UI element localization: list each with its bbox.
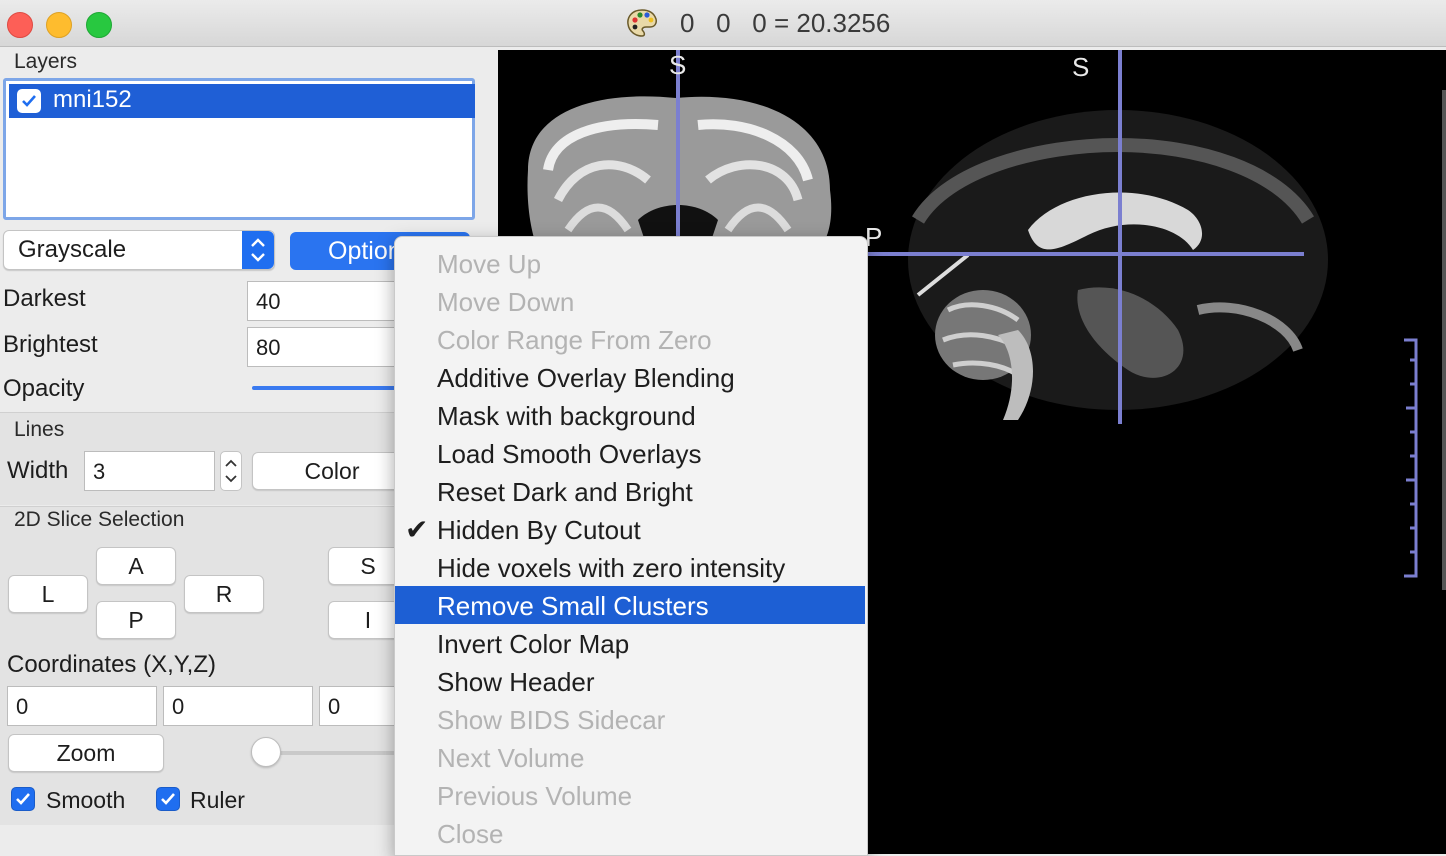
opacity-slider[interactable]	[252, 386, 402, 390]
zoom-window-button[interactable]	[86, 12, 112, 38]
layer-visibility-checkbox[interactable]	[17, 89, 41, 113]
menu-item-load-smooth-overlays[interactable]: Load Smooth Overlays	[395, 434, 865, 472]
layers-section-label: Layers	[14, 50, 78, 73]
opacity-label: Opacity	[3, 375, 85, 402]
sagittal-superior-label: S	[1072, 52, 1090, 82]
coord-y-value: 0	[172, 694, 185, 719]
menu-item-hidden-by-cutout[interactable]: ✔ Hidden By Cutout	[395, 510, 865, 548]
menu-item-label: Move Down	[437, 287, 575, 317]
layer-row-mni152[interactable]: mni152	[9, 84, 475, 118]
menu-item-label: Show Header	[437, 667, 595, 697]
menu-item-label: Remove Small Clusters	[437, 591, 709, 621]
menu-item-label: Invert Color Map	[437, 629, 630, 659]
palette-icon	[627, 9, 657, 37]
menu-item-label: Load Smooth Overlays	[437, 439, 702, 469]
colormap-select[interactable]: Grayscale	[3, 230, 275, 270]
menu-item-move-up: Move Up	[395, 244, 865, 282]
slice-posterior-button[interactable]: P	[96, 601, 176, 639]
menu-item-reset-dark-and-bright[interactable]: Reset Dark and Bright	[395, 472, 865, 510]
menu-item-show-header[interactable]: Show Header	[395, 662, 865, 700]
slice-anterior-button[interactable]: A	[96, 547, 176, 585]
coord-x-value: 0	[16, 694, 29, 719]
updown-chevron-icon	[242, 231, 274, 269]
slice-superior-label: S	[360, 553, 376, 579]
minimize-window-button[interactable]	[46, 12, 72, 38]
menu-item-label: Mask with background	[437, 401, 696, 431]
menu-item-hide-voxels-zero-intensity[interactable]: Hide voxels with zero intensity	[395, 548, 865, 586]
layers-list[interactable]: mni152	[3, 78, 475, 220]
menu-item-move-down: Move Down	[395, 282, 865, 320]
brightest-label: Brightest	[3, 331, 98, 358]
menu-item-mask-with-background[interactable]: Mask with background	[395, 396, 865, 434]
close-window-button[interactable]	[7, 12, 33, 38]
slice-left-button[interactable]: L	[8, 575, 88, 613]
line-width-stepper[interactable]	[220, 451, 242, 491]
coronal-superior-label: S	[669, 50, 687, 80]
line-color-button[interactable]: Color	[252, 452, 412, 490]
coord-z-value: 0	[328, 694, 341, 719]
slice-inferior-label: I	[364, 607, 372, 633]
menu-item-label: Hide voxels with zero intensity	[437, 553, 786, 583]
menu-item-close: Close	[395, 814, 865, 852]
line-width-label: Width	[7, 457, 69, 484]
coordinates-label: Coordinates (X,Y,Z)	[7, 651, 216, 678]
menu-item-previous-volume: Previous Volume	[395, 776, 865, 814]
coord-y-input[interactable]: 0	[163, 686, 313, 726]
layer-name: mni152	[53, 86, 132, 113]
slice-posterior-label: P	[128, 607, 144, 633]
slice-right-button[interactable]: R	[184, 575, 264, 613]
menu-item-next-volume: Next Volume	[395, 738, 865, 776]
ruler-checkbox[interactable]	[156, 787, 180, 811]
menu-item-show-bids-sidecar: Show BIDS Sidecar	[395, 700, 865, 738]
menu-item-label: Next Volume	[437, 743, 585, 773]
colormap-selected-value: Grayscale	[18, 236, 127, 263]
menu-item-label: Reset Dark and Bright	[437, 477, 693, 507]
darkest-input[interactable]: 40	[247, 281, 407, 321]
slice-anterior-label: A	[128, 553, 144, 579]
zoom-slider[interactable]	[266, 751, 406, 755]
menu-item-remove-small-clusters[interactable]: Remove Small Clusters	[395, 586, 865, 624]
menu-item-color-range-from-zero: Color Range From Zero	[395, 320, 865, 358]
menu-item-label: Close	[437, 819, 504, 849]
brightest-input[interactable]: 80	[247, 327, 407, 367]
menu-item-additive-overlay-blending[interactable]: Additive Overlay Blending	[395, 358, 865, 396]
zoom-slider-thumb[interactable]	[251, 737, 281, 767]
line-width-value: 3	[93, 459, 106, 484]
brightest-value: 80	[256, 335, 281, 360]
lines-section-label: Lines	[14, 418, 65, 441]
darkest-value: 40	[256, 289, 281, 314]
window-title: 0 0 0 = 20.3256	[680, 8, 891, 38]
slice-selection-section-label: 2D Slice Selection	[14, 508, 185, 531]
ruler-label: Ruler	[190, 787, 245, 813]
coord-x-input[interactable]: 0	[7, 686, 157, 726]
zoom-button-label: Zoom	[56, 740, 116, 766]
menu-item-label: Show BIDS Sidecar	[437, 705, 666, 735]
title-bar: 0 0 0 = 20.3256	[0, 0, 1446, 47]
smooth-label: Smooth	[46, 787, 126, 813]
slice-left-label: L	[41, 581, 55, 607]
darkest-label: Darkest	[3, 285, 86, 312]
menu-item-label: Previous Volume	[437, 781, 633, 811]
menu-item-label: Color Range From Zero	[437, 325, 712, 355]
menu-item-label: Additive Overlay Blending	[437, 363, 735, 393]
smooth-checkbox[interactable]	[11, 787, 35, 811]
slice-right-label: R	[215, 581, 233, 607]
line-width-input[interactable]: 3	[84, 451, 215, 491]
line-color-button-label: Color	[304, 458, 360, 484]
zoom-button[interactable]: Zoom	[8, 734, 164, 772]
menu-item-invert-color-map[interactable]: Invert Color Map	[395, 624, 865, 662]
checkmark-icon: ✔	[405, 514, 429, 545]
ruler	[1404, 338, 1418, 578]
menu-item-label: Move Up	[437, 249, 542, 279]
menu-item-label: Hidden By Cutout	[437, 515, 641, 545]
options-menu: Move Up Move Down Color Range From Zero …	[394, 236, 868, 856]
